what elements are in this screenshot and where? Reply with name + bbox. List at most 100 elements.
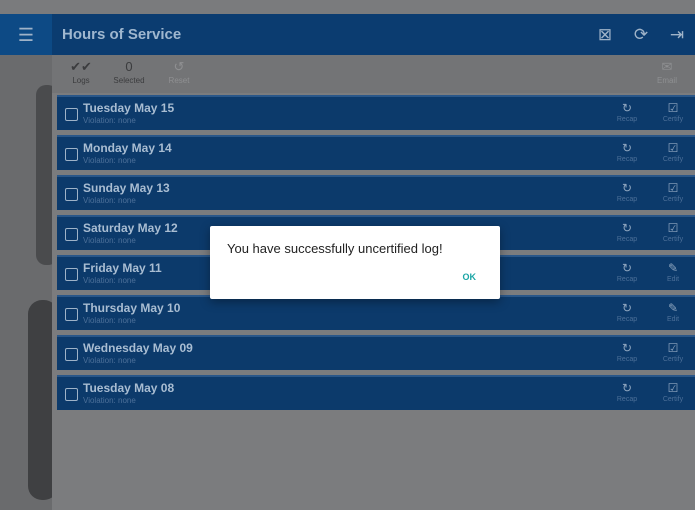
recap-button[interactable]: ↻ Recap	[611, 100, 643, 123]
certify-label: Certify	[662, 356, 684, 363]
list-item[interactable]: Sunday May 13 Violation: none ↻ Recap ☑ Ce…	[57, 175, 695, 210]
logout-icon[interactable]: ⇥	[659, 14, 695, 55]
header-actions: ⊠ ⟳ ⇥	[587, 14, 695, 55]
certify-icon: ☑	[667, 221, 679, 235]
history-icon: ↻	[621, 101, 633, 115]
certify-button[interactable]: ☑ Certify	[657, 140, 689, 163]
certify-icon: ☑	[667, 341, 679, 355]
log-day: Sunday May 13	[83, 181, 170, 195]
log-violation: Violation: none	[83, 156, 136, 165]
log-violation: Violation: none	[83, 316, 136, 325]
log-day: Tuesday May 08	[83, 381, 175, 395]
list-item[interactable]: Tuesday May 08 Violation: none ↻ Recap ☑ C…	[57, 375, 695, 410]
select-checkbox[interactable]	[65, 108, 78, 121]
recap-button[interactable]: ↻ Recap	[611, 140, 643, 163]
certify-icon: ☑	[667, 381, 679, 395]
log-violation: Violation: none	[83, 116, 136, 125]
list-item[interactable]: Wednesday May 09 Violation: none ↻ Recap …	[57, 335, 695, 370]
certify-label: Certify	[662, 236, 684, 243]
dialog-message: You have successfully uncertified log!	[227, 241, 443, 256]
log-day: Saturday May 12	[83, 221, 178, 235]
history-icon: ↻	[621, 381, 633, 395]
upload-icon[interactable]: ⊠	[587, 14, 623, 55]
logs-button[interactable]: ✔✔ Logs	[58, 59, 104, 85]
certify-label: Certify	[662, 116, 684, 123]
recap-button[interactable]: ↻ Recap	[611, 380, 643, 403]
success-dialog: You have successfully uncertified log! O…	[210, 226, 500, 299]
select-checkbox[interactable]	[65, 348, 78, 361]
log-violation: Violation: none	[83, 236, 136, 245]
certify-button[interactable]: ☑ Certify	[657, 340, 689, 363]
log-violation: Violation: none	[83, 396, 136, 405]
refresh-icon[interactable]: ⟳	[623, 14, 659, 55]
selected-counter: 0 Selected	[106, 59, 152, 85]
certify-button[interactable]: ☑ Certify	[657, 180, 689, 203]
select-checkbox[interactable]	[65, 148, 78, 161]
recap-button[interactable]: ↻ Recap	[611, 220, 643, 243]
select-checkbox[interactable]	[65, 188, 78, 201]
reset-button[interactable]: ↺ Reset	[156, 59, 202, 85]
page-title: Hours of Service	[62, 26, 182, 43]
recap-label: Recap	[616, 196, 638, 203]
certify-button[interactable]: ☑ Certify	[657, 380, 689, 403]
checkmarks-icon: ✔✔	[70, 59, 92, 74]
email-label: Email	[656, 76, 677, 85]
recap-label: Recap	[616, 396, 638, 403]
menu-button[interactable]: ☰	[0, 14, 52, 55]
email-button[interactable]: ✉ Email	[644, 59, 690, 85]
log-violation: Violation: none	[83, 356, 136, 365]
history-icon: ↻	[621, 261, 633, 275]
recap-label: Recap	[616, 316, 638, 323]
certify-label: Certify	[662, 156, 684, 163]
email-icon: ✉	[661, 59, 673, 74]
list-item[interactable]: Monday May 14 Violation: none ↻ Recap ☑ Ce…	[57, 135, 695, 170]
reset-icon: ↺	[173, 59, 185, 74]
certify-button[interactable]: ☑ Certify	[657, 100, 689, 123]
select-checkbox[interactable]	[65, 228, 78, 241]
recap-label: Recap	[616, 156, 638, 163]
menu-icon: ☰	[17, 24, 35, 45]
history-icon: ↻	[621, 341, 633, 355]
log-day: Monday May 14	[83, 141, 172, 155]
log-day: Tuesday May 15	[83, 101, 175, 115]
recap-label: Recap	[616, 236, 638, 243]
recap-label: Recap	[616, 276, 638, 283]
history-icon: ↻	[621, 301, 633, 315]
log-day: Thursday May 10	[83, 301, 181, 315]
certify-button[interactable]: ☑ Certify	[657, 220, 689, 243]
certify-label: Certify	[662, 196, 684, 203]
pencil-icon: ✎	[667, 301, 679, 315]
pencil-icon: ✎	[667, 261, 679, 275]
ok-button[interactable]: OK	[463, 272, 477, 282]
list-item[interactable]: Tuesday May 15 Violation: none ↻ Recap ☑ C…	[57, 95, 695, 130]
log-day: Wednesday May 09	[83, 341, 193, 355]
recap-label: Recap	[616, 116, 638, 123]
selected-label: Selected	[113, 76, 145, 85]
recap-button[interactable]: ↻ Recap	[611, 340, 643, 363]
recap-button[interactable]: ↻ Recap	[611, 300, 643, 323]
list-item[interactable]: Thursday May 10 Violation: none ↻ Recap ✎…	[57, 295, 695, 330]
log-violation: Violation: none	[83, 196, 136, 205]
select-checkbox[interactable]	[65, 388, 78, 401]
select-checkbox[interactable]	[65, 268, 78, 281]
edit-label: Edit	[666, 316, 680, 323]
recap-button[interactable]: ↻ Recap	[611, 260, 643, 283]
logs-toolbar: ✔✔ Logs 0 Selected ↺ Reset ✉ Email	[52, 55, 695, 93]
app-header: ☰ Hours of Service ⊠ ⟳ ⇥	[0, 14, 695, 55]
selected-count: 0	[125, 59, 133, 74]
edit-button[interactable]: ✎ Edit	[657, 260, 689, 283]
certify-icon: ☑	[667, 181, 679, 195]
certify-icon: ☑	[667, 141, 679, 155]
recap-label: Recap	[616, 356, 638, 363]
edit-button[interactable]: ✎ Edit	[657, 300, 689, 323]
logs-label: Logs	[72, 76, 90, 85]
certify-icon: ☑	[667, 101, 679, 115]
certify-label: Certify	[662, 396, 684, 403]
reset-label: Reset	[168, 76, 190, 85]
history-icon: ↻	[621, 141, 633, 155]
log-day: Friday May 11	[83, 261, 162, 275]
edit-label: Edit	[666, 276, 680, 283]
log-violation: Violation: none	[83, 276, 136, 285]
select-checkbox[interactable]	[65, 308, 78, 321]
recap-button[interactable]: ↻ Recap	[611, 180, 643, 203]
